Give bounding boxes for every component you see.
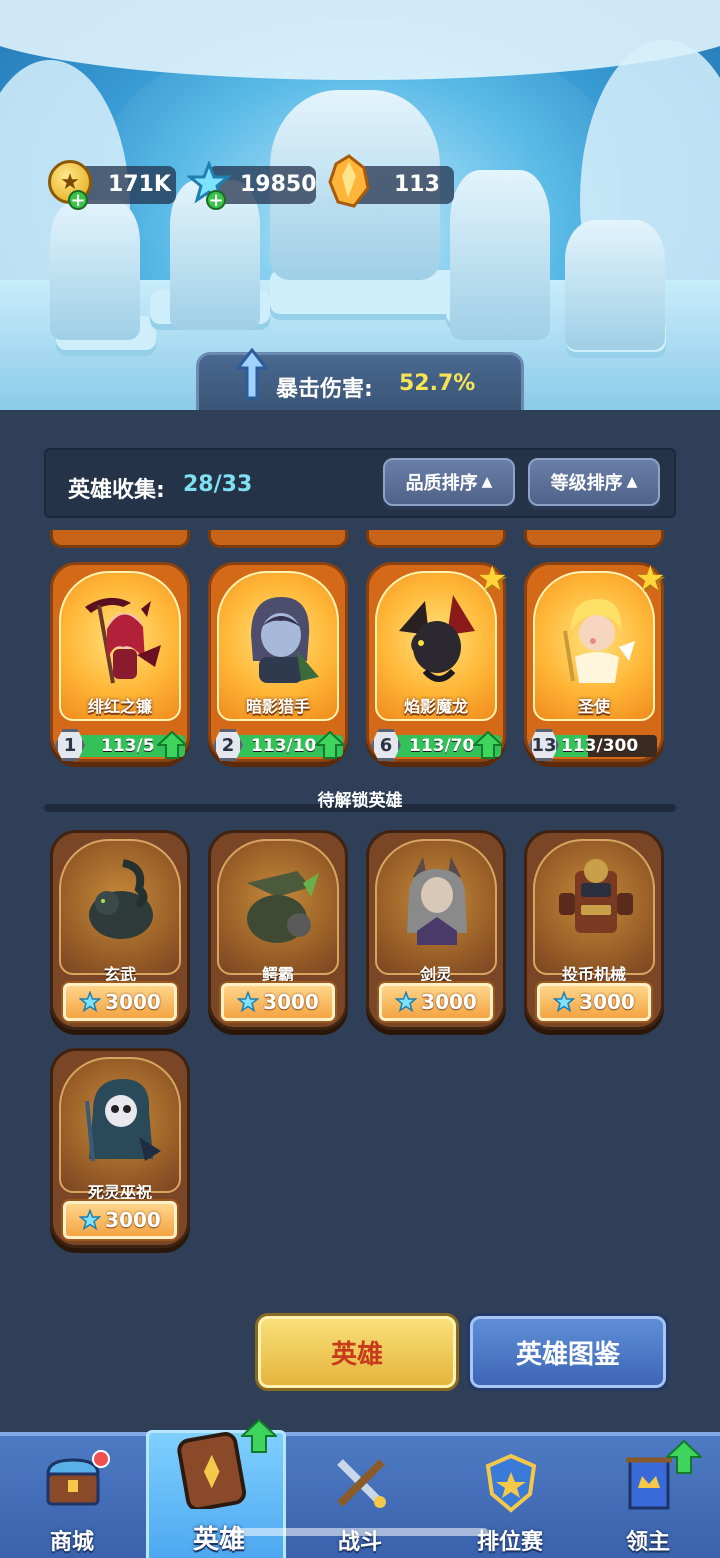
sort-quality-label: 品质排序 bbox=[405, 473, 478, 494]
nav-ranked[interactable]: 排位赛 bbox=[440, 1438, 580, 1558]
black-tortoise-portrait bbox=[89, 859, 153, 939]
unlock-price: 3000 bbox=[421, 990, 477, 1014]
nav-lord-label: 领主 bbox=[625, 1530, 670, 1555]
sort-level-label: 等级排序 bbox=[550, 473, 623, 494]
sort-by-quality-button[interactable]: 品质排序 ▲ bbox=[383, 458, 515, 506]
upgrade-arrow-icon bbox=[315, 731, 345, 759]
hero-card[interactable]: ★ 圣使 13 113/300 bbox=[524, 559, 666, 762]
home-indicator[interactable] bbox=[232, 1528, 488, 1536]
hero-name: 圣使 bbox=[577, 697, 610, 716]
crossed-weapons-icon bbox=[337, 1459, 386, 1508]
hero-name: 玄武 bbox=[103, 965, 136, 984]
hero-button[interactable]: 英雄 bbox=[258, 1316, 456, 1388]
hero-card[interactable]: 绯红之镰 1 113/5 bbox=[50, 562, 190, 762]
upgrade-arrow-icon bbox=[473, 731, 503, 759]
collection-count: 28/33 bbox=[183, 472, 253, 497]
nav-lord[interactable]: 领主 bbox=[578, 1438, 718, 1558]
unlock-price-button[interactable]: 3000 bbox=[379, 983, 493, 1021]
unlock-price: 3000 bbox=[105, 990, 161, 1014]
shadow-hunter-portrait bbox=[251, 597, 319, 683]
hero-card[interactable]: ★ 焰影魔龙 6 113/70 bbox=[366, 559, 508, 762]
necromancer-portrait bbox=[85, 1079, 161, 1162]
unlock-price: 3000 bbox=[579, 990, 635, 1014]
triangle-up-icon: ▲ bbox=[626, 474, 638, 490]
hero-card-partial[interactable] bbox=[50, 530, 190, 548]
hero-card-partial[interactable] bbox=[208, 530, 348, 548]
hero-shard-progress: 113/70 bbox=[409, 736, 475, 756]
orange-crystal-icon bbox=[324, 154, 374, 208]
blue-gem-icon bbox=[395, 991, 418, 1013]
hero-shard-progress: 113/300 bbox=[561, 736, 639, 756]
arrow-up-icon bbox=[236, 348, 268, 400]
blue-gem-icon bbox=[237, 991, 260, 1013]
locked-hero-card[interactable]: 剑灵 3000 bbox=[366, 830, 506, 1030]
hero-card-partial[interactable] bbox=[524, 530, 664, 548]
crimson-scythe-portrait bbox=[85, 597, 161, 684]
locked-hero-card[interactable]: 死灵巫祝 3000 bbox=[50, 1048, 190, 1248]
triangle-up-icon: ▲ bbox=[481, 474, 493, 490]
hero-card[interactable]: 暗影猎手 2 113/10 bbox=[208, 562, 348, 762]
crystal-value: 113 bbox=[394, 172, 440, 197]
add-gold-button[interactable]: + bbox=[68, 190, 88, 211]
upgrade-arrow-icon bbox=[157, 731, 187, 759]
frozen-statue bbox=[50, 200, 140, 340]
gold-value: 171K bbox=[108, 172, 171, 197]
blue-gem-icon bbox=[79, 1209, 102, 1231]
unlock-price-button[interactable]: 3000 bbox=[221, 983, 335, 1021]
unlock-price-button[interactable]: 3000 bbox=[63, 983, 177, 1021]
nav-hero[interactable]: 英雄 bbox=[146, 1419, 286, 1558]
crocodile-tyrant-portrait bbox=[247, 871, 319, 943]
hero-name: 剑灵 bbox=[419, 965, 452, 984]
holy-envoy-portrait bbox=[563, 599, 635, 683]
hero-codex-button[interactable]: 英雄图鉴 bbox=[470, 1316, 666, 1388]
locked-heroes-title: 待解锁英雄 bbox=[317, 791, 403, 811]
hero-name: 焰影魔龙 bbox=[403, 697, 468, 716]
locked-hero-card[interactable]: 投币机械 3000 bbox=[524, 830, 664, 1030]
nav-shop-label: 商城 bbox=[49, 1530, 94, 1555]
nav-shop[interactable]: 商城 bbox=[2, 1438, 142, 1558]
star-icon: ★ bbox=[477, 559, 508, 599]
unlock-price-button[interactable]: 3000 bbox=[63, 1201, 177, 1239]
nav-hero-label: 英雄 bbox=[192, 1525, 245, 1555]
unlock-price: 3000 bbox=[105, 1208, 161, 1232]
gem-value: 19850 bbox=[240, 172, 317, 197]
locked-hero-card[interactable]: 鳄霸 3000 bbox=[208, 830, 348, 1030]
snow-ceiling bbox=[0, 0, 720, 80]
nav-battle[interactable]: 战斗 bbox=[290, 1438, 430, 1558]
hero-shard-progress: 113/10 bbox=[251, 736, 317, 756]
star-icon: ★ bbox=[635, 559, 666, 599]
frozen-statue bbox=[450, 170, 550, 340]
upgrade-arrow-icon bbox=[241, 1419, 277, 1453]
notification-dot bbox=[92, 1450, 110, 1468]
hero-shard-progress: 113/5 bbox=[101, 736, 155, 756]
collection-label: 英雄收集: bbox=[68, 478, 165, 503]
crit-damage-value: 52.7% bbox=[399, 371, 476, 396]
upgrade-arrow-icon bbox=[666, 1440, 702, 1474]
unlock-price: 3000 bbox=[263, 990, 319, 1014]
add-gems-button[interactable]: + bbox=[206, 190, 226, 211]
hero-name: 死灵巫祝 bbox=[87, 1183, 152, 1202]
hero-name: 投币机械 bbox=[561, 965, 626, 984]
coin-machine-portrait bbox=[559, 859, 633, 933]
hero-name: 鳄霸 bbox=[261, 965, 294, 984]
sword-spirit-portrait bbox=[407, 857, 467, 945]
blue-gem-icon bbox=[553, 991, 576, 1013]
frozen-robot-statue bbox=[565, 220, 665, 350]
blue-gem-icon bbox=[79, 991, 102, 1013]
locked-hero-card[interactable]: 玄武 3000 bbox=[50, 830, 190, 1030]
flame-shadow-dragon-portrait bbox=[399, 595, 475, 682]
crit-damage-label: 暴击伤害: bbox=[276, 377, 373, 402]
ranked-shield-icon bbox=[485, 1453, 537, 1513]
hero-card-partial[interactable] bbox=[366, 530, 506, 548]
hero-name: 暗影猎手 bbox=[245, 697, 310, 716]
sort-by-level-button[interactable]: 等级排序 ▲ bbox=[528, 458, 660, 506]
unlock-price-button[interactable]: 3000 bbox=[537, 983, 651, 1021]
hero-name: 绯红之镰 bbox=[87, 697, 152, 716]
